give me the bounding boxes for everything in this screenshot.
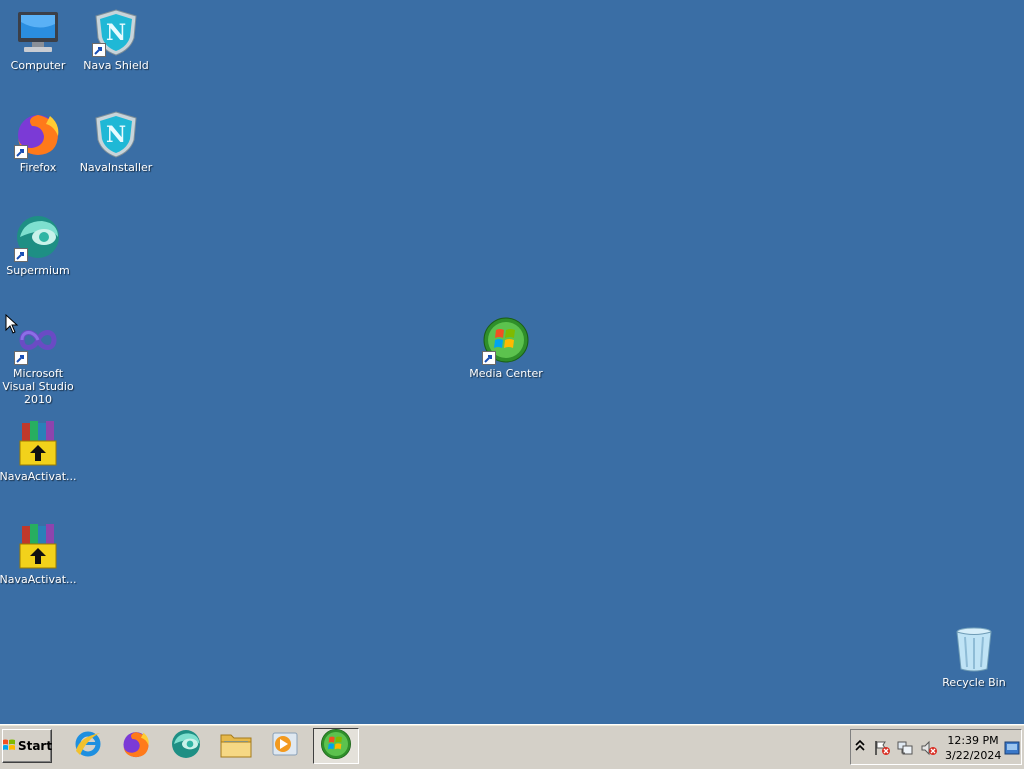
network-icon[interactable] — [896, 739, 914, 761]
nava-shield-icon: N — [92, 110, 140, 158]
shortcut-arrow-icon — [482, 351, 496, 365]
desktop-icon-label: Firefox — [19, 161, 57, 174]
desktop-icon-label: Nava Shield — [83, 59, 149, 72]
recycle-bin-icon — [950, 625, 998, 673]
archive-installer-icon — [14, 419, 62, 467]
desktop-icon-label: NavaActivat... — [0, 470, 77, 483]
taskbar-supermium[interactable] — [163, 728, 209, 764]
clock-date: 3/22/2024 — [945, 749, 1002, 762]
windows-logo-icon — [2, 738, 16, 755]
desktop-icon-recycle-bin[interactable]: Recycle Bin — [934, 625, 1014, 689]
media-center-icon — [320, 728, 352, 764]
supermium-icon — [14, 213, 62, 262]
desktop-icon-label: Microsoft Visual Studio 2010 — [2, 367, 74, 406]
supermium-icon — [170, 728, 202, 764]
desktop-icon-label: Computer — [10, 59, 66, 72]
firefox-icon — [14, 110, 62, 159]
desktop-icon-nava-activator-2[interactable]: NavaActivat... — [0, 522, 78, 586]
desktop-icon-firefox[interactable]: Firefox — [0, 110, 78, 174]
visual-studio-icon — [14, 316, 62, 365]
svg-text:N: N — [106, 122, 126, 148]
clock-time: 12:39 PM — [947, 734, 999, 747]
clock[interactable]: 12:39 PM 3/22/2024 — [945, 733, 1001, 763]
media-center-icon — [482, 316, 530, 365]
desktop-icon-computer[interactable]: Computer — [0, 8, 78, 72]
show-hidden-icons-chevron-icon[interactable] — [855, 738, 865, 757]
svg-text:N: N — [106, 20, 126, 46]
taskbar-file-explorer[interactable] — [213, 728, 259, 764]
shortcut-arrow-icon — [92, 43, 106, 57]
folder-icon — [219, 729, 253, 763]
media-player-icon — [270, 729, 300, 763]
start-button[interactable]: Start — [2, 729, 52, 763]
desktop: Computer N Nava Shield Firefox N NavaIns… — [0, 0, 1024, 724]
shortcut-arrow-icon — [14, 145, 28, 159]
computer-icon — [14, 8, 62, 56]
taskbar: Start 12:39 PM 3/22/2024 — [0, 724, 1024, 769]
shortcut-arrow-icon — [14, 248, 28, 262]
desktop-icon-label: NavaInstaller — [79, 161, 153, 174]
show-desktop-icon[interactable] — [1004, 740, 1020, 759]
internet-explorer-icon — [73, 729, 103, 763]
volume-muted-icon[interactable] — [920, 739, 938, 761]
system-tray: 12:39 PM 3/22/2024 — [850, 729, 1022, 765]
desktop-icon-label: Media Center — [469, 367, 543, 380]
desktop-icon-label: NavaActivat... — [0, 573, 77, 586]
desktop-icon-supermium[interactable]: Supermium — [0, 213, 78, 277]
desktop-icon-nava-activator-1[interactable]: NavaActivat... — [0, 419, 78, 483]
nava-shield-icon: N — [92, 8, 140, 57]
start-label: Start — [17, 739, 53, 753]
taskbar-firefox[interactable] — [113, 728, 159, 764]
taskbar-media-player[interactable] — [262, 728, 308, 764]
firefox-icon — [121, 729, 151, 763]
shortcut-arrow-icon — [14, 351, 28, 365]
desktop-icon-media-center[interactable]: Media Center — [466, 316, 546, 380]
desktop-icon-nava-shield[interactable]: N Nava Shield — [76, 8, 156, 72]
desktop-icon-label: Supermium — [6, 264, 70, 277]
taskbar-media-center[interactable] — [313, 728, 359, 764]
taskbar-internet-explorer[interactable] — [65, 728, 111, 764]
desktop-icon-label: Recycle Bin — [942, 676, 1006, 689]
action-center-flag-icon[interactable] — [873, 739, 891, 761]
archive-installer-icon — [14, 522, 62, 570]
mouse-cursor-icon — [5, 313, 19, 338]
desktop-icon-nava-installer[interactable]: N NavaInstaller — [76, 110, 156, 174]
